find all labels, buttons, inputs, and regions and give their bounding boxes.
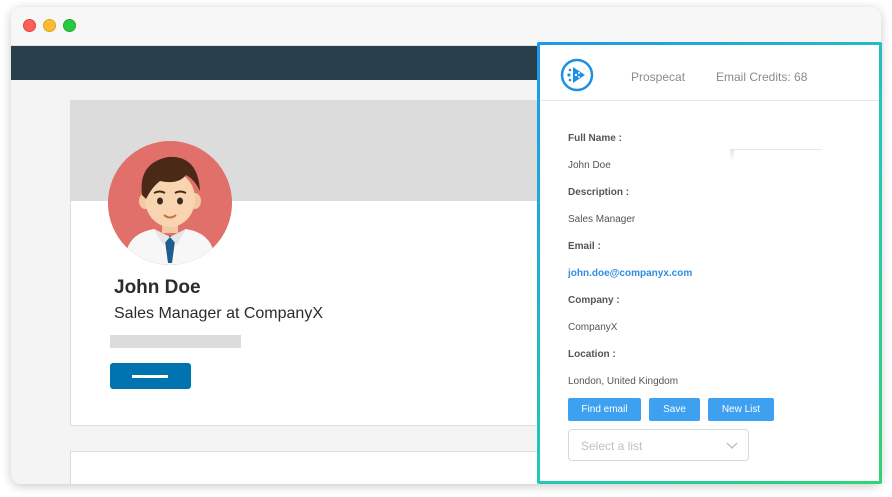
title-bar [11, 7, 881, 46]
location-value: London, United Kingdom [568, 376, 679, 387]
avatar [108, 141, 232, 265]
list-select-placeholder: Select a list [581, 439, 643, 453]
description-value: Sales Manager [568, 214, 636, 225]
avatar-illustration [108, 141, 232, 265]
location-label: Location : [568, 349, 616, 360]
connect-button[interactable] [110, 363, 191, 389]
profile-headline: Sales Manager at CompanyX [114, 305, 323, 322]
minimize-window-button[interactable] [43, 19, 56, 32]
prospecat-logo-icon [560, 58, 594, 92]
extension-panel-frame: Prospecat Email Credits: 68 Full Name : … [537, 42, 882, 484]
email-credits: Email Credits: 68 [716, 70, 808, 84]
company-value: CompanyX [568, 322, 618, 333]
divider [730, 149, 822, 150]
full-name-label: Full Name : [568, 133, 622, 144]
company-label: Company : [568, 295, 620, 306]
chevron-down-icon [726, 442, 738, 449]
extension-brand-name: Prospecat [631, 70, 686, 84]
divider-tick [730, 149, 734, 161]
email-link[interactable]: john.doe@companyx.com [568, 268, 692, 279]
save-button[interactable]: Save [649, 398, 700, 421]
button-placeholder-line [132, 375, 168, 378]
new-list-button[interactable]: New List [708, 398, 774, 421]
close-window-button[interactable] [23, 19, 36, 32]
maximize-window-button[interactable] [63, 19, 76, 32]
list-select-dropdown[interactable]: Select a list [568, 429, 749, 461]
profile-name: John Doe [114, 277, 201, 298]
full-name-value: John Doe [568, 160, 611, 171]
email-label: Email : [568, 241, 601, 252]
find-email-button[interactable]: Find email [568, 398, 641, 421]
extension-header: Prospecat Email Credits: 68 [540, 45, 879, 101]
placeholder-text-bar [110, 335, 241, 348]
extension-panel: Prospecat Email Credits: 68 Full Name : … [540, 45, 879, 481]
description-label: Description : [568, 187, 630, 198]
